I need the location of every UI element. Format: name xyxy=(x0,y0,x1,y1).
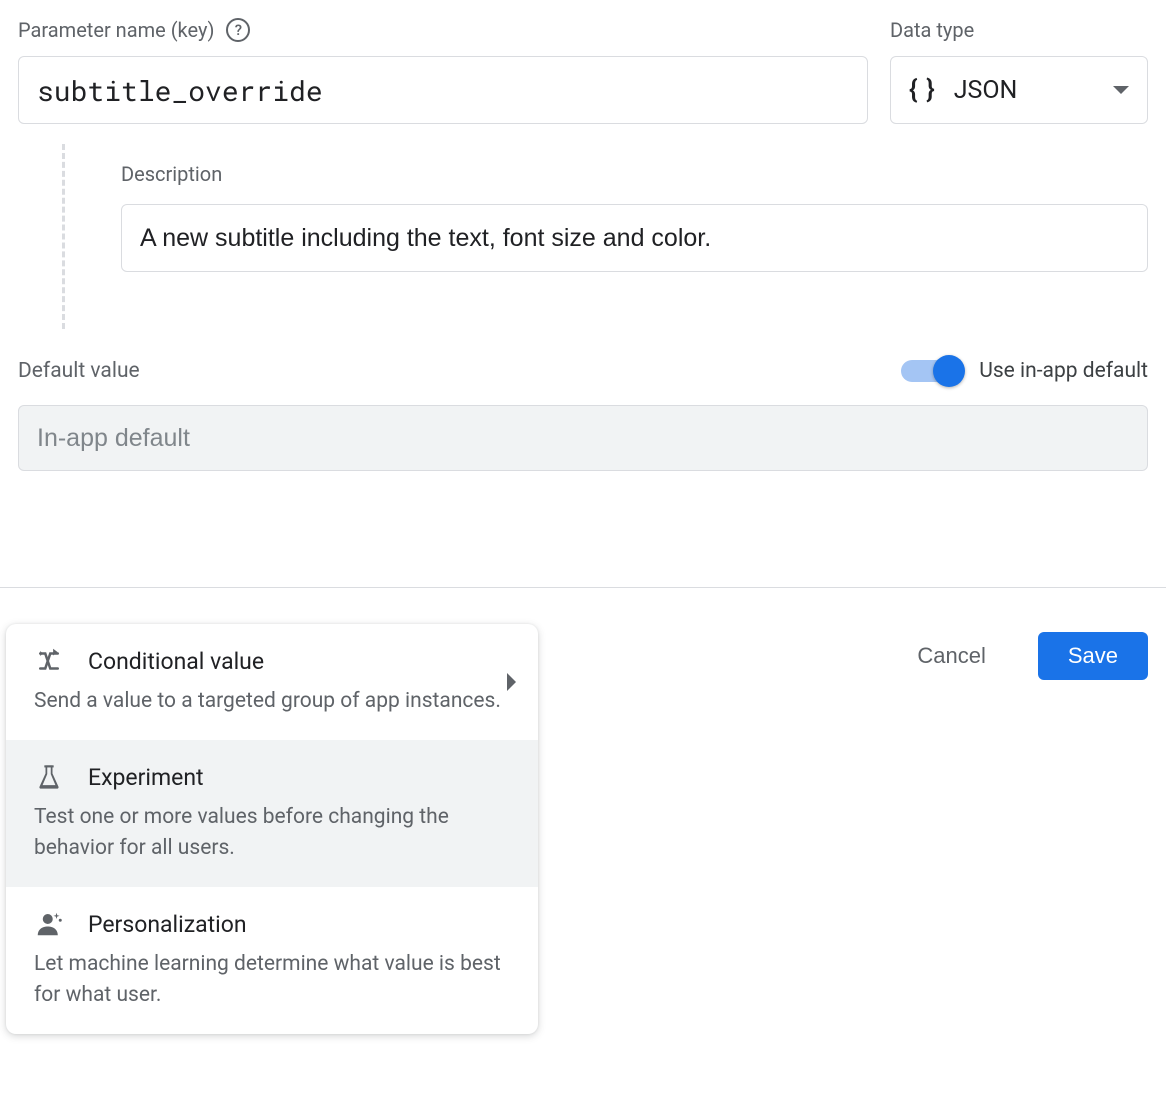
default-value-label: Default value xyxy=(18,359,140,383)
menu-item-description: Test one or more values before changing … xyxy=(34,802,510,863)
personalization-icon xyxy=(34,909,64,939)
menu-item-description: Let machine learning determine what valu… xyxy=(34,949,510,1010)
toggle-label: Use in-app default xyxy=(979,359,1148,383)
menu-item-title: Conditional value xyxy=(88,648,264,675)
datatype-select[interactable]: { } JSON xyxy=(890,56,1148,124)
use-in-app-default-toggle[interactable] xyxy=(901,360,963,382)
menu-item-personalization[interactable]: Personalization Let machine learning det… xyxy=(6,887,538,1034)
conditional-value-icon xyxy=(34,646,64,676)
datatype-label-text: Data type xyxy=(890,18,974,42)
menu-item-conditional-value[interactable]: Conditional value Send a value to a targ… xyxy=(6,624,538,740)
description-label: Description xyxy=(121,162,1148,186)
datatype-label: Data type xyxy=(890,18,1148,42)
help-icon[interactable]: ? xyxy=(226,18,250,42)
save-button[interactable]: Save xyxy=(1038,632,1148,680)
json-braces-icon: { } xyxy=(909,75,936,105)
parameter-name-input[interactable] xyxy=(18,56,868,124)
experiment-icon xyxy=(34,762,64,792)
chevron-down-icon xyxy=(1113,86,1129,94)
toggle-thumb xyxy=(933,355,965,387)
menu-item-title: Experiment xyxy=(88,764,204,791)
menu-item-title: Personalization xyxy=(88,911,247,938)
chevron-right-icon xyxy=(507,673,516,691)
add-value-menu: Conditional value Send a value to a targ… xyxy=(6,624,538,1034)
cancel-button[interactable]: Cancel xyxy=(887,632,1015,680)
parameter-name-label-text: Parameter name (key) xyxy=(18,18,214,42)
menu-item-description: Send a value to a targeted group of app … xyxy=(34,686,510,716)
parameter-name-label: Parameter name (key) ? xyxy=(18,18,868,42)
menu-item-experiment[interactable]: Experiment Test one or more values befor… xyxy=(6,740,538,887)
default-value-input xyxy=(18,405,1148,471)
description-input[interactable] xyxy=(121,204,1148,272)
tree-line xyxy=(62,144,65,329)
datatype-value: JSON xyxy=(954,76,1095,105)
